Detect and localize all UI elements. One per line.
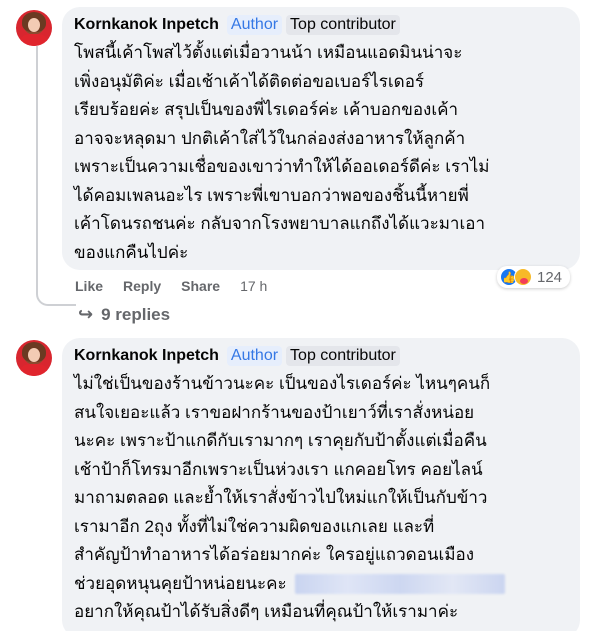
comment-text: ไม่ใช่เป็นของร้านข้าวนะคะ เป็นของไรเดอร์… xyxy=(74,370,568,627)
avatar[interactable] xyxy=(16,340,52,376)
comment-line: สำคัญป้าทำอาหารได้อร่อยมากค่ะ ใครอยู่แถว… xyxy=(74,545,475,564)
care-reaction-icon xyxy=(514,268,532,286)
top-contributor-badge: Top contributor xyxy=(286,15,400,35)
thread-line xyxy=(36,46,38,286)
reply-arrow-icon: ↪ xyxy=(78,304,94,324)
comment-line: มาถามตลอด และย้ำให้เราสั่งข้าวไปใหม่แกให… xyxy=(74,488,488,507)
comment-line-with-redaction: ช่วยอุดหนุนคุยป้าหน่อยนะคะ xyxy=(74,570,568,599)
comment-header: Kornkanok Inpetch Author Top contributor xyxy=(74,13,568,37)
thread-connector xyxy=(36,286,76,306)
comment-line: เรามาอีก 2ถุง ทั้งที่ไม่ใช่ความผิดของแกเ… xyxy=(74,516,435,536)
view-replies-link[interactable]: ↪ 9 replies xyxy=(78,304,170,325)
redacted-text xyxy=(294,574,505,595)
comment-line: เช้าป้าก็โทรมาอีกเพราะเป็นห่วงเรา แกคอยโ… xyxy=(74,459,483,479)
reactions-summary[interactable]: 👍 124 xyxy=(497,266,571,288)
comment-line: สนใจเยอะแล้ว เราขอฝากร้านของป้าเยาว์ที่เ… xyxy=(74,402,475,422)
avatar[interactable] xyxy=(16,10,52,46)
comment-text: โพสนี้เค้าโพสไว้ตั้งแต่เมื่อวานน้า เหมือ… xyxy=(74,43,490,262)
comment-line: ช่วยอุดหนุนคุยป้าหน่อยนะคะ xyxy=(74,573,287,593)
comment-line: อยากให้คุณป้าได้รับสิ่งดีๆ เหมือนที่คุณป… xyxy=(74,602,459,621)
author-badge: Author xyxy=(226,346,283,366)
comment-line: ไม่ใช่เป็นของร้านข้าวนะคะ เป็นของไรเดอร์… xyxy=(74,374,491,393)
author-badge: Author xyxy=(226,15,283,35)
share-button[interactable]: Share xyxy=(181,278,220,294)
comment-time[interactable]: 17 h xyxy=(240,278,267,294)
author-name[interactable]: Kornkanok Inpetch xyxy=(74,347,219,365)
comment-line: นะคะ เพราะป้าแกดีกับเรามากๆ เราคุยกับป้า… xyxy=(74,431,487,450)
top-contributor-badge: Top contributor xyxy=(286,346,400,366)
reaction-count: 124 xyxy=(537,268,563,286)
comment-header: Kornkanok Inpetch Author Top contributor xyxy=(74,344,568,368)
comment-actions: Like Reply Share 17 h xyxy=(75,278,287,294)
author-name[interactable]: Kornkanok Inpetch xyxy=(74,16,219,34)
reply-button[interactable]: Reply xyxy=(123,278,161,294)
like-button[interactable]: Like xyxy=(75,278,103,294)
replies-count: 9 replies xyxy=(101,304,171,324)
comment-bubble: Kornkanok Inpetch Author Top contributor… xyxy=(62,338,580,631)
comment-bubble: Kornkanok Inpetch Author Top contributor… xyxy=(62,7,580,270)
